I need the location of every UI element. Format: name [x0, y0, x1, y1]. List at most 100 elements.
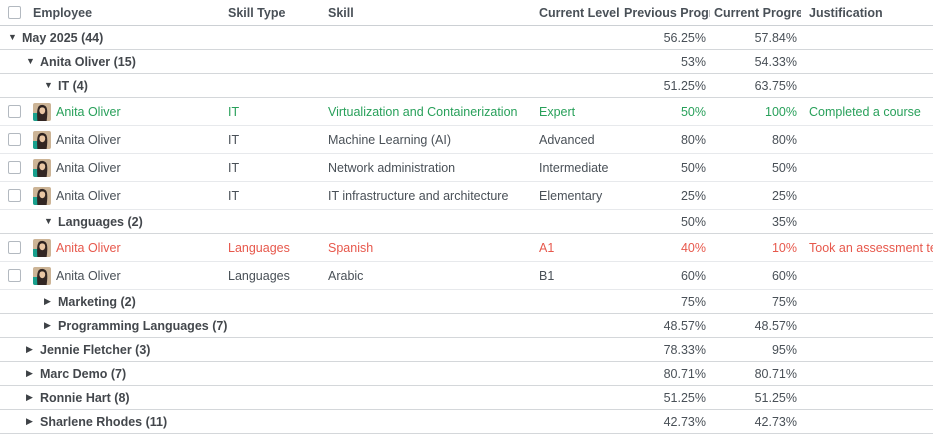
group-row[interactable]: ▶ Marketing (2) 75% 75% — [0, 290, 933, 314]
select-all-checkbox[interactable] — [8, 6, 21, 19]
current-progress-cell[interactable]: 100% — [710, 105, 801, 119]
previous-progress-cell[interactable]: 80% — [620, 133, 710, 147]
group-row[interactable]: ▶ Programming Languages (7) 48.57% 48.57… — [0, 314, 933, 338]
current-level-cell[interactable]: Elementary — [535, 189, 620, 203]
previous-progress-cell[interactable]: 40% — [620, 241, 710, 255]
justification-cell[interactable]: Took an assessment test — [801, 241, 933, 255]
row-checkbox[interactable] — [8, 241, 21, 254]
skill-cell[interactable]: Machine Learning (AI) — [324, 133, 535, 147]
skill-row[interactable]: Anita Oliver Languages Spanish A1 40% 10… — [0, 234, 933, 262]
current-progress-cell[interactable]: 25% — [710, 189, 801, 203]
employee-name: Anita Oliver — [56, 105, 121, 119]
row-checkbox-cell — [0, 241, 28, 254]
group-row[interactable]: ▼ IT (4) 51.25% 63.75% — [0, 74, 933, 98]
caret-down-icon[interactable]: ▼ — [8, 33, 22, 42]
column-header-justification[interactable]: Justification — [801, 6, 933, 20]
caret-down-icon[interactable]: ▼ — [44, 217, 58, 226]
current-progress-cell[interactable]: 60% — [710, 269, 801, 283]
employee-cell[interactable]: Anita Oliver — [28, 187, 224, 205]
group-current-progress: 51.25% — [710, 391, 801, 405]
caret-right-icon[interactable]: ▶ — [44, 321, 58, 330]
current-level-cell[interactable]: Advanced — [535, 133, 620, 147]
skill-row[interactable]: Anita Oliver IT IT infrastructure and ar… — [0, 182, 933, 210]
group-label: Marketing (2) — [58, 295, 136, 309]
employee-cell[interactable]: Anita Oliver — [28, 131, 224, 149]
group-header-cell: ▶ Marketing (2) — [0, 295, 620, 309]
current-progress-cell[interactable]: 10% — [710, 241, 801, 255]
skill-type-cell[interactable]: Languages — [224, 269, 324, 283]
group-row[interactable]: ▼ Languages (2) 50% 35% — [0, 210, 933, 234]
group-row[interactable]: ▶ Ronnie Hart (8) 51.25% 51.25% — [0, 386, 933, 410]
current-level-cell[interactable]: B1 — [535, 269, 620, 283]
group-row[interactable]: ▶ Jennie Fletcher (3) 78.33% 95% — [0, 338, 933, 362]
previous-progress-cell[interactable]: 50% — [620, 161, 710, 175]
current-level-cell[interactable]: A1 — [535, 241, 620, 255]
row-checkbox[interactable] — [8, 133, 21, 146]
caret-right-icon[interactable]: ▶ — [26, 417, 40, 426]
caret-down-icon[interactable]: ▼ — [26, 57, 40, 66]
caret-right-icon[interactable]: ▶ — [26, 369, 40, 378]
column-header-current-level[interactable]: Current Level — [535, 6, 620, 20]
group-current-progress: 48.57% — [710, 319, 801, 333]
caret-right-icon[interactable]: ▶ — [26, 345, 40, 354]
row-checkbox[interactable] — [8, 269, 21, 282]
current-level-cell[interactable]: Intermediate — [535, 161, 620, 175]
previous-progress-cell[interactable]: 50% — [620, 105, 710, 119]
skill-row[interactable]: Anita Oliver Languages Arabic B1 60% 60% — [0, 262, 933, 290]
group-label: Ronnie Hart (8) — [40, 391, 130, 405]
skill-type-cell[interactable]: IT — [224, 105, 324, 119]
column-header-current-progress[interactable]: Current Progress — [710, 6, 801, 20]
caret-right-icon[interactable]: ▶ — [44, 297, 58, 306]
skill-type-cell[interactable]: IT — [224, 189, 324, 203]
employee-cell[interactable]: Anita Oliver — [28, 239, 224, 257]
skill-cell[interactable]: Virtualization and Containerization — [324, 105, 535, 119]
employee-cell[interactable]: Anita Oliver — [28, 159, 224, 177]
employee-avatar-image — [33, 239, 51, 257]
skill-row[interactable]: Anita Oliver IT Network administration I… — [0, 154, 933, 182]
skill-cell[interactable]: IT infrastructure and architecture — [324, 189, 535, 203]
column-header-previous-progress[interactable]: Previous Progress — [620, 6, 710, 20]
row-checkbox[interactable] — [8, 105, 21, 118]
caret-down-icon[interactable]: ▼ — [44, 81, 58, 90]
skill-row[interactable]: Anita Oliver IT Machine Learning (AI) Ad… — [0, 126, 933, 154]
skill-cell[interactable]: Spanish — [324, 241, 535, 255]
list-body: ▼ May 2025 (44) 56.25% 57.84% ▼ Anita Ol… — [0, 26, 933, 434]
skill-cell[interactable]: Arabic — [324, 269, 535, 283]
group-previous-progress: 50% — [620, 215, 710, 229]
skill-row[interactable]: Anita Oliver IT Virtualization and Conta… — [0, 98, 933, 126]
group-current-progress: 35% — [710, 215, 801, 229]
previous-progress-cell[interactable]: 60% — [620, 269, 710, 283]
group-previous-progress: 56.25% — [620, 31, 710, 45]
caret-right-icon[interactable]: ▶ — [26, 393, 40, 402]
group-current-progress: 57.84% — [710, 31, 801, 45]
row-checkbox-cell — [0, 269, 28, 282]
row-checkbox[interactable] — [8, 161, 21, 174]
group-header-cell: ▼ Anita Oliver (15) — [0, 55, 620, 69]
column-header-skill[interactable]: Skill — [324, 6, 535, 20]
current-progress-cell[interactable]: 50% — [710, 161, 801, 175]
current-progress-cell[interactable]: 80% — [710, 133, 801, 147]
group-row[interactable]: ▶ Sharlene Rhodes (11) 42.73% 42.73% — [0, 410, 933, 434]
column-header-skill-type[interactable]: Skill Type — [224, 6, 324, 20]
justification-cell[interactable]: Completed a course — [801, 105, 933, 119]
skill-type-cell[interactable]: IT — [224, 133, 324, 147]
group-current-progress: 95% — [710, 343, 801, 357]
skill-cell[interactable]: Network administration — [324, 161, 535, 175]
group-row[interactable]: ▶ Marc Demo (7) 80.71% 80.71% — [0, 362, 933, 386]
group-row[interactable]: ▼ May 2025 (44) 56.25% 57.84% — [0, 26, 933, 50]
skill-type-cell[interactable]: Languages — [224, 241, 324, 255]
employee-cell[interactable]: Anita Oliver — [28, 267, 224, 285]
group-header-cell: ▼ May 2025 (44) — [0, 31, 620, 45]
row-checkbox-cell — [0, 133, 28, 146]
employee-name: Anita Oliver — [56, 133, 121, 147]
group-header-cell: ▶ Programming Languages (7) — [0, 319, 620, 333]
employee-cell[interactable]: Anita Oliver — [28, 103, 224, 121]
row-checkbox[interactable] — [8, 189, 21, 202]
group-current-progress: 63.75% — [710, 79, 801, 93]
group-header-cell: ▼ Languages (2) — [0, 215, 620, 229]
group-row[interactable]: ▼ Anita Oliver (15) 53% 54.33% — [0, 50, 933, 74]
column-header-employee[interactable]: Employee — [28, 6, 224, 20]
skill-type-cell[interactable]: IT — [224, 161, 324, 175]
current-level-cell[interactable]: Expert — [535, 105, 620, 119]
previous-progress-cell[interactable]: 25% — [620, 189, 710, 203]
